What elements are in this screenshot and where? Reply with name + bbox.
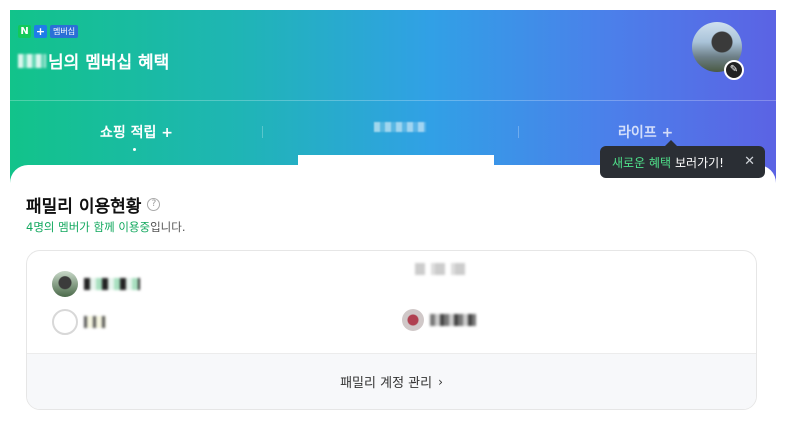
membership-page: N + 멤버십 님의 멤버십 혜택 ✎ 쇼핑 적립 + 라이프 + 새로운 혜택… <box>0 0 790 430</box>
tooltip-text: 보러가기! <box>675 155 724 170</box>
page-title: 님의 멤버십 혜택 <box>18 48 169 73</box>
hero-divider <box>10 100 776 101</box>
membership-badge: N + 멤버십 <box>18 25 79 38</box>
family-member[interactable] <box>52 271 140 297</box>
redacted-block <box>298 155 494 185</box>
pencil-icon: ✎ <box>729 64 739 75</box>
family-member[interactable] <box>52 309 106 335</box>
family-member[interactable] <box>409 263 467 275</box>
edit-profile-button[interactable]: ✎ <box>724 60 744 80</box>
family-title: 패밀리 이용현황 ? <box>26 192 161 217</box>
family-member[interactable] <box>402 309 476 331</box>
family-title-text: 패밀리 이용현황 <box>26 197 142 217</box>
member-avatar <box>52 271 78 297</box>
blurred-member-name <box>430 314 476 326</box>
blurred-username <box>18 53 46 68</box>
tab-blurred[interactable] <box>374 122 426 132</box>
help-icon[interactable]: ? <box>147 198 161 211</box>
member-count-suffix: 입니다. <box>150 220 186 234</box>
manage-label: 패밀리 계정 관리 <box>340 376 433 391</box>
tab-separator <box>518 126 519 138</box>
tooltip-highlight: 새로운 혜택 <box>612 155 672 170</box>
default-avatar-icon <box>52 309 78 335</box>
family-members-panel: 패밀리 계정 관리 › <box>26 250 757 410</box>
membership-badge-label: 멤버십 <box>50 25 79 38</box>
naver-logo-icon: N <box>18 25 31 38</box>
plus-logo-icon: + <box>34 25 47 38</box>
active-tab-indicator <box>133 148 136 151</box>
family-subtitle: 4명의 멤버가 함께 이용중입니다. <box>26 219 186 235</box>
member-avatar <box>402 309 424 331</box>
close-icon[interactable]: ✕ <box>744 154 755 169</box>
blurred-member-name <box>84 316 106 328</box>
tab-life[interactable]: 라이프 + <box>618 122 673 142</box>
member-count-text: 4명의 멤버가 함께 이용중 <box>26 220 151 234</box>
blurred-member-name <box>84 278 140 290</box>
title-text: 님의 멤버십 혜택 <box>48 53 170 73</box>
blurred-member-name <box>415 263 467 275</box>
chevron-right-icon: › <box>438 374 443 389</box>
tab-separator <box>262 126 263 138</box>
new-benefit-tooltip[interactable]: 새로운 혜택 보러가기! ✕ <box>600 140 765 178</box>
family-manage-button[interactable]: 패밀리 계정 관리 › <box>27 353 756 409</box>
tab-shopping[interactable]: 쇼핑 적립 + <box>100 122 173 142</box>
